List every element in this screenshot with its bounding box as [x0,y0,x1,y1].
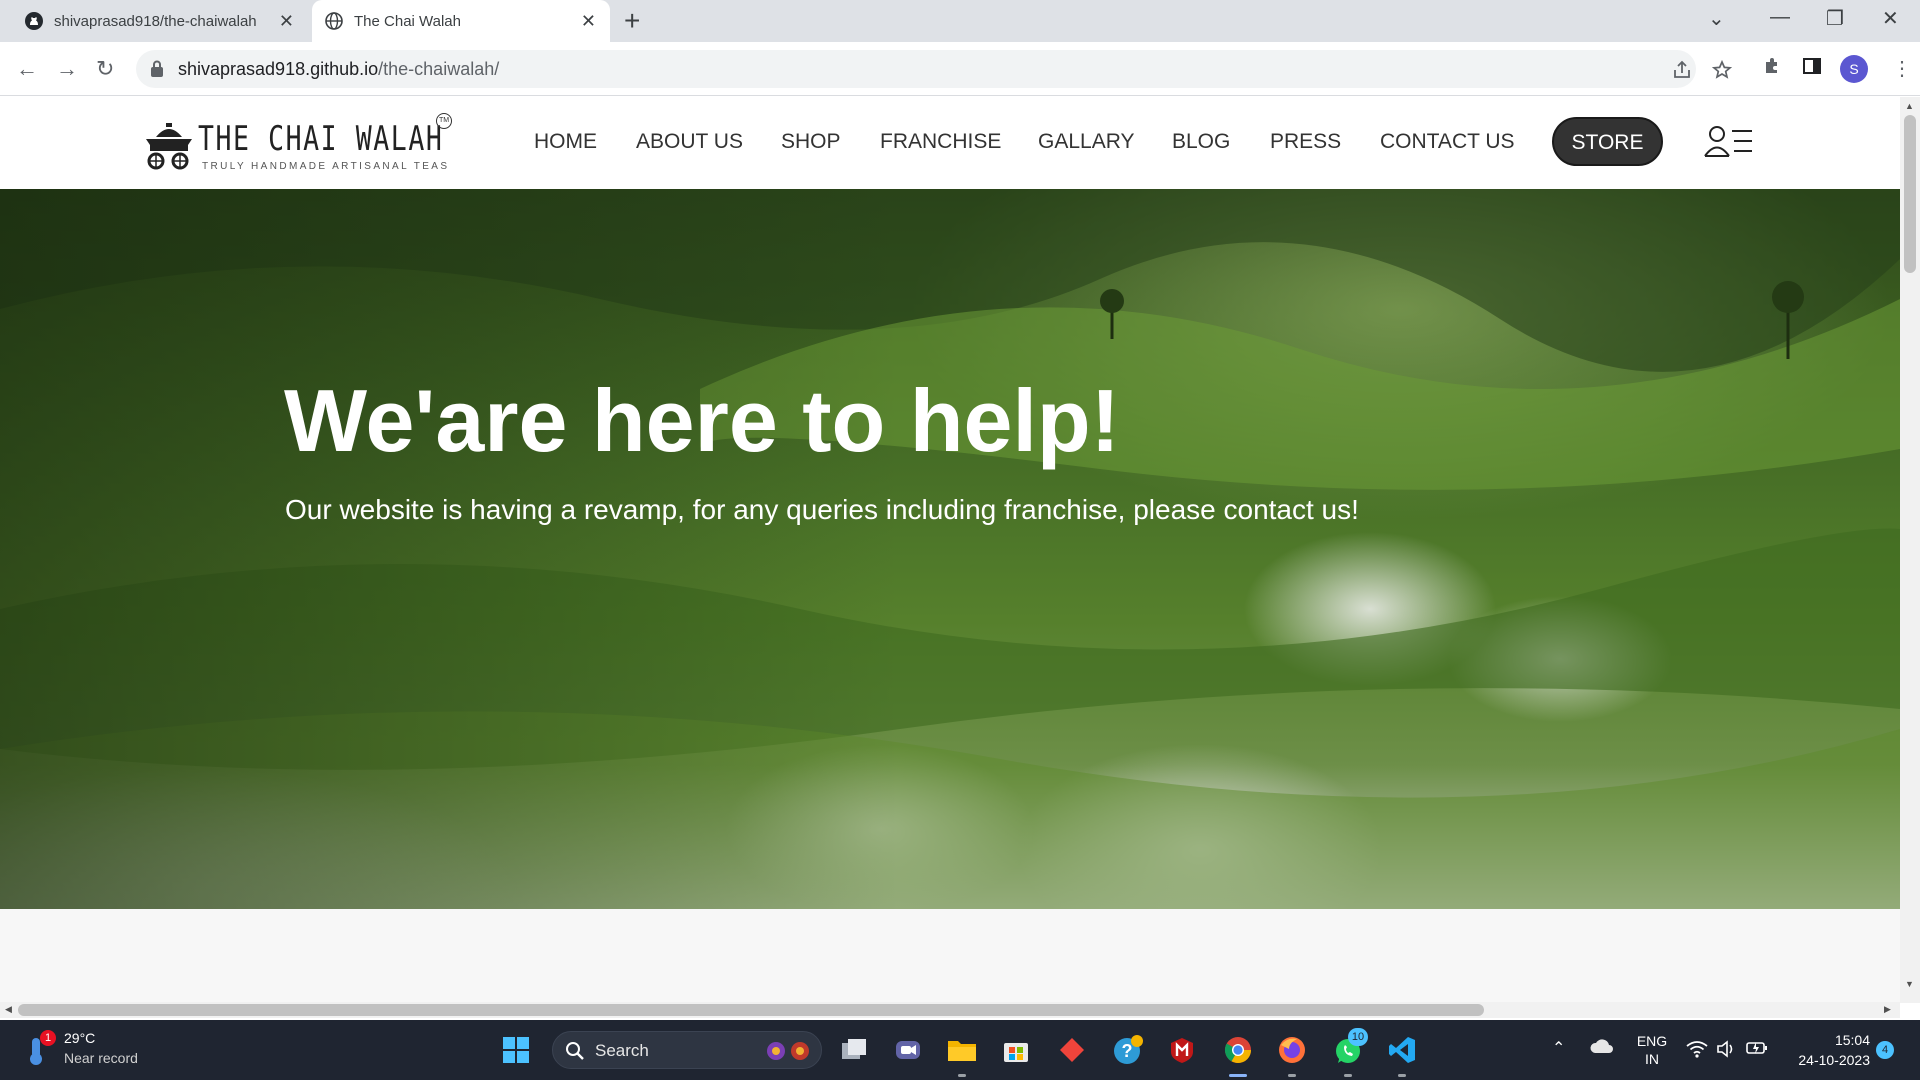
scroll-left-icon[interactable]: ◀ [5,1004,12,1015]
extensions-icon[interactable] [1762,56,1782,81]
language-indicator[interactable]: ENG IN [1636,1032,1668,1068]
anydesk-icon[interactable] [1056,1034,1088,1066]
user-menu-icon[interactable] [1704,125,1754,162]
close-tab-icon[interactable]: ✕ [581,11,596,32]
share-icon[interactable] [1672,60,1692,85]
globe-icon [324,11,344,31]
nav-press[interactable]: PRESS [1270,130,1341,154]
logo-wordmark: THE CHAI WALAH [198,119,444,159]
tab-github[interactable]: shivaprasad918/the-chaiwalah ✕ [0,0,308,42]
vertical-scrollbar[interactable]: ▲ ▼ [1900,97,1920,1003]
reload-icon[interactable]: ↻ [96,56,114,82]
tab-chai-walah[interactable]: The Chai Walah ✕ [312,0,610,42]
firefox-icon[interactable] [1276,1034,1308,1066]
minimize-icon[interactable]: — [1770,6,1790,29]
browser-toolbar: ← → ↻ shivaprasad918.github.io/the-chaiw… [0,42,1920,96]
volume-icon[interactable] [1716,1040,1736,1061]
url-text: shivaprasad918.github.io/the-chaiwalah/ [178,59,500,79]
store-button[interactable]: STORE [1552,117,1663,166]
clock-date: 24-10-2023 [1798,1052,1870,1068]
show-hidden-icons-icon[interactable]: ⌃ [1552,1038,1565,1058]
vscode-icon[interactable] [1386,1034,1418,1066]
active-app-indicator [1229,1074,1247,1077]
scroll-up-icon[interactable]: ▲ [1905,101,1914,111]
back-icon[interactable]: ← [16,56,38,82]
site-header: THE CHAI WALAH TRULY HANDMADE ARTISANAL … [0,97,1900,189]
windows-start-icon[interactable] [500,1034,532,1066]
nav-gallary[interactable]: GALLARY [1038,130,1135,154]
profile-avatar[interactable]: S [1840,55,1868,83]
nav-contact-us[interactable]: CONTACT US [1380,130,1515,154]
microsoft-store-icon[interactable] [1000,1034,1032,1066]
taskbar-search[interactable]: Search [552,1031,822,1069]
hero-shade [0,189,900,909]
new-tab-icon[interactable]: + [624,6,640,36]
teams-chat-icon[interactable] [892,1034,924,1066]
menu-dots-icon[interactable]: ⋮ [1892,56,1912,81]
close-tab-icon[interactable]: ✕ [279,11,294,32]
nav-franchise[interactable]: FRANCHISE [880,130,1001,154]
system-clock[interactable]: 15:04 24-10-2023 [1786,1030,1870,1070]
tab-title: The Chai Walah [354,12,461,30]
whatsapp-badge: 10 [1348,1028,1368,1046]
running-indicator [1344,1074,1352,1077]
forward-icon[interactable]: → [56,56,78,82]
close-window-icon[interactable]: ✕ [1882,6,1899,31]
weather-alert-badge: 1 [40,1030,56,1046]
help-icon[interactable]: ? [1112,1034,1144,1066]
wifi-icon[interactable] [1686,1040,1708,1061]
whatsapp-icon[interactable]: 10 [1332,1028,1368,1066]
file-explorer-icon[interactable] [946,1034,978,1066]
running-indicator [958,1074,966,1077]
hero-banner: We'are here to help! Our website is havi… [0,189,1900,909]
github-icon [24,11,44,31]
logo-tagline: TRULY HANDMADE ARTISANAL TEAS [202,161,450,172]
trademark-badge: TM [436,113,452,129]
tab-strip: shivaprasad918/the-chaiwalah ✕ The Chai … [0,0,1920,42]
side-panel-icon[interactable] [1802,56,1822,81]
clock-time: 15:04 [1834,1032,1870,1048]
horizontal-scrollbar[interactable]: ◀ ▶ [0,1002,1900,1018]
battery-icon[interactable] [1746,1040,1768,1059]
running-indicator [1398,1074,1406,1077]
running-indicator [1288,1074,1296,1077]
scroll-down-icon[interactable]: ▼ [1905,979,1914,989]
nav-shop[interactable]: SHOP [781,130,841,154]
weather-desc: Near record [64,1050,138,1066]
onedrive-icon[interactable] [1590,1038,1614,1057]
address-bar[interactable]: shivaprasad918.github.io/the-chaiwalah/ [136,50,1733,88]
nav-about-us[interactable]: ABOUT US [636,130,743,154]
chrome-icon[interactable] [1222,1034,1254,1066]
hero-title: We'are here to help! [284,371,1120,470]
page-viewport: THE CHAI WALAH TRULY HANDMADE ARTISANAL … [0,97,1900,1003]
svg-text:?: ? [1122,1041,1133,1061]
search-highlight-icon [763,1040,815,1067]
restore-icon[interactable]: ❐ [1826,6,1844,31]
nav-blog[interactable]: BLOG [1172,130,1230,154]
search-icon [566,1042,584,1060]
nav-home[interactable]: HOME [534,130,597,154]
site-logo[interactable]: THE CHAI WALAH TRULY HANDMADE ARTISANAL … [142,107,452,177]
task-view-icon[interactable] [838,1034,870,1066]
bookmark-star-icon[interactable] [1711,59,1733,85]
taskbar: 1 29°C Near record Search ? 10 ⌃ ENG IN … [0,1020,1920,1080]
chai-cart-icon [146,123,192,170]
scroll-thumb[interactable] [1904,115,1916,273]
notification-badge[interactable]: 4 [1876,1041,1894,1059]
scroll-thumb[interactable] [18,1004,1484,1016]
search-label: Search [595,1041,649,1060]
mcafee-icon[interactable] [1166,1034,1198,1066]
tab-title: shivaprasad918/the-chaiwalah [54,12,257,30]
weather-temp: 29°C [64,1030,96,1046]
scroll-right-icon[interactable]: ▶ [1884,1004,1891,1015]
lock-icon [150,60,164,83]
tab-search-icon[interactable]: ⌄ [1708,6,1725,31]
hero-subtitle: Our website is having a revamp, for any … [285,494,1359,525]
